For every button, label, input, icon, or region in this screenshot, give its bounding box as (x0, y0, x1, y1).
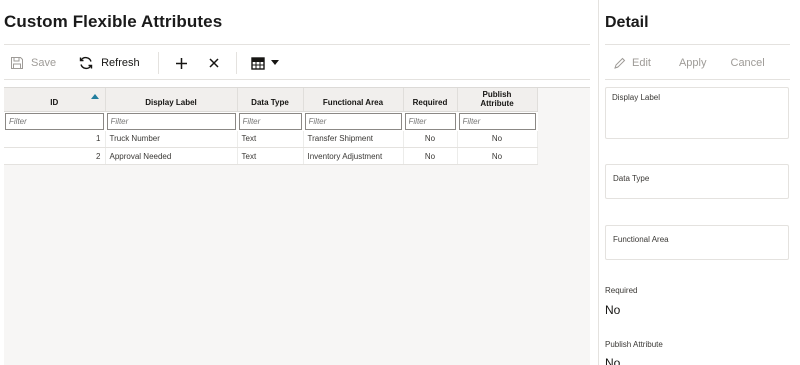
functional-area-field[interactable]: Functional Area (605, 225, 789, 260)
filter-cell (457, 111, 538, 131)
close-icon (208, 57, 220, 69)
sort-ascending-icon (90, 94, 99, 99)
filter-cell (303, 111, 404, 131)
cancel-button[interactable]: Cancel (731, 57, 765, 69)
table-view-icon (250, 56, 265, 70)
filter-input-id[interactable] (5, 112, 104, 130)
cell-data-type: Text (237, 147, 304, 165)
functional-area-field-label: Functional Area (613, 235, 669, 244)
edit-button[interactable]: Edit (613, 57, 651, 70)
grid-table: ID Display Label Data Type Functional Ar… (4, 88, 538, 165)
column-header-functional-area[interactable]: Functional Area (303, 88, 404, 112)
cell-publish-attribute: No (457, 130, 538, 148)
cell-id: 2 (4, 147, 106, 165)
display-label-field-label: Display Label (612, 93, 661, 102)
toolbar-divider (4, 79, 590, 80)
publish-attribute-value: No (605, 356, 621, 365)
toolbar-separator (157, 52, 159, 74)
column-header-publish-attribute[interactable]: Publish Attribute (457, 88, 538, 112)
column-header-label: Data Type (251, 97, 289, 107)
page-title: Custom Flexible Attributes (4, 12, 223, 31)
filter-input-required[interactable] (404, 112, 456, 130)
display-label-field[interactable]: Display Label (605, 87, 789, 139)
attributes-table: ID Display Label Data Type Functional Ar… (4, 87, 590, 365)
detail-actions-divider (605, 79, 790, 80)
column-header-required[interactable]: Required (403, 88, 458, 112)
cell-functional-area: Transfer Shipment (303, 130, 404, 148)
detail-title: Detail (605, 14, 649, 31)
filter-input-display-label[interactable] (106, 112, 236, 130)
required-value: No (605, 303, 621, 317)
plus-icon (175, 57, 188, 70)
toolbar-separator (235, 52, 237, 74)
filter-cell (237, 111, 304, 131)
column-header-label: ID (50, 97, 59, 107)
column-header-display-label[interactable]: Display Label (105, 88, 238, 112)
column-header-data-type[interactable]: Data Type (237, 88, 304, 112)
table-row[interactable]: 2 Approval Needed Text Inventory Adjustm… (4, 147, 538, 165)
filter-input-publish-attribute[interactable] (458, 112, 536, 130)
cell-id: 1 (4, 130, 106, 148)
cell-data-type: Text (237, 130, 304, 148)
filter-row (4, 111, 538, 131)
refresh-button[interactable]: Refresh (78, 50, 140, 76)
cell-publish-attribute: No (457, 147, 538, 165)
delete-button[interactable] (208, 50, 220, 76)
title-divider (4, 44, 590, 45)
attributes-panel: Custom Flexible Attributes Save Refresh (0, 0, 590, 365)
column-header-label: Required (412, 97, 448, 107)
caret-down-icon (270, 60, 279, 66)
table-row[interactable]: 1 Truck Number Text Transfer Shipment No… (4, 130, 538, 148)
save-button[interactable]: Save (10, 50, 56, 76)
required-label: Required (605, 286, 638, 295)
toolbar: Save Refresh (4, 50, 590, 76)
save-icon (10, 56, 24, 70)
cell-display-label: Truck Number (105, 130, 238, 148)
filter-cell (105, 111, 238, 131)
cell-functional-area: Inventory Adjustment (303, 147, 404, 165)
data-type-field[interactable]: Data Type (605, 164, 789, 199)
detail-panel: Detail Edit Apply Cancel Display Label D… (598, 0, 800, 365)
save-label: Save (31, 57, 57, 69)
filter-cell (4, 111, 106, 131)
pencil-icon (613, 57, 626, 70)
cell-required: No (403, 130, 458, 148)
cell-display-label: Approval Needed (105, 147, 238, 165)
edit-label: Edit (632, 57, 651, 69)
header-row: ID Display Label Data Type Functional Ar… (4, 88, 538, 112)
refresh-icon (78, 55, 94, 71)
cell-required: No (403, 147, 458, 165)
filter-input-data-type[interactable] (238, 112, 302, 130)
column-header-label: Display Label (145, 97, 197, 107)
filter-cell (403, 111, 458, 131)
refresh-label: Refresh (101, 57, 140, 69)
column-header-label: Publish Attribute (480, 90, 514, 109)
column-header-label: Functional Area (322, 97, 384, 107)
column-header-id[interactable]: ID (4, 88, 106, 112)
detail-divider (605, 44, 790, 45)
add-button[interactable] (175, 50, 188, 76)
publish-attribute-label: Publish Attribute (605, 340, 663, 349)
view-menu-button[interactable] (250, 50, 279, 76)
apply-button[interactable]: Apply (679, 57, 707, 69)
detail-actions: Edit Apply Cancel (613, 52, 765, 74)
data-type-field-label: Data Type (613, 174, 650, 183)
filter-input-functional-area[interactable] (304, 112, 402, 130)
